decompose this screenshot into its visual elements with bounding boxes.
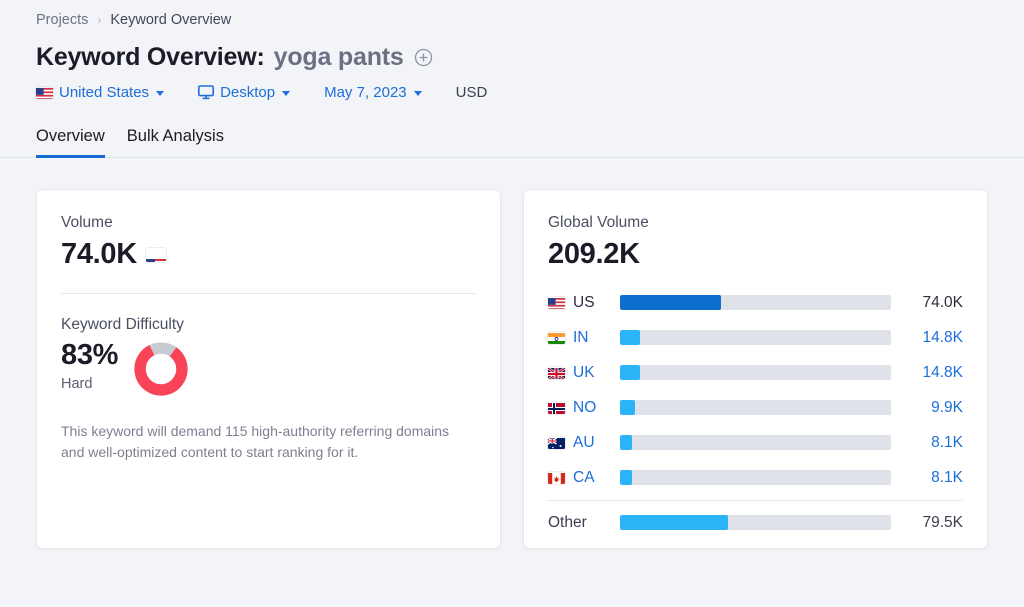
other-row-divider (548, 500, 963, 501)
country-bar-fill (620, 470, 633, 485)
country-volume-value: 74.0K (922, 293, 963, 311)
country-volume-value[interactable]: 14.8K (891, 329, 963, 347)
global-volume-value: 209.2K (548, 238, 640, 270)
global-volume-label: Global Volume (548, 214, 649, 231)
no-flag-icon (548, 402, 565, 414)
country-label-group: UK (548, 364, 620, 382)
country-code[interactable]: IN (573, 329, 589, 347)
country-code[interactable]: AU (573, 434, 595, 452)
volume-value: 74.0K (61, 238, 137, 270)
desktop-monitor-icon (198, 85, 215, 100)
card-divider (61, 293, 476, 294)
keyword-value: yoga pants (273, 43, 404, 71)
breadcrumb-projects[interactable]: Projects (36, 12, 88, 28)
country-bar-row: CA 8.1K (548, 460, 963, 495)
tab-overview[interactable]: Overview (36, 127, 105, 158)
volume-value-row: 74.0K (61, 238, 476, 271)
country-bar-fill (620, 365, 641, 380)
country-label-group: NO (548, 399, 620, 417)
date-filter[interactable]: May 7, 2023 (324, 84, 422, 101)
country-filter-label: United States (59, 84, 150, 101)
country-bar-track (620, 435, 891, 450)
us-flag-icon (145, 248, 166, 262)
title-row: Keyword Overview: yoga pants (36, 43, 988, 72)
chevron-down-icon (282, 90, 291, 96)
other-bar-track (620, 515, 891, 530)
ca-flag-icon (548, 472, 565, 484)
country-label-group: CA (548, 469, 620, 487)
keyword-difficulty-rating: Hard (61, 376, 93, 393)
country-bar-track (620, 365, 891, 380)
volume-card: Volume 74.0K Keyword Difficulty 83% Hard… (36, 189, 501, 549)
country-bar-row: NO 9.9K (548, 390, 963, 425)
plus-circle-icon[interactable] (414, 48, 433, 67)
volume-label: Volume (61, 214, 113, 231)
country-volume-value[interactable]: 8.1K (891, 469, 963, 487)
other-bar-fill (620, 515, 729, 530)
country-bar-row: US 74.0K (548, 285, 963, 320)
uk-flag-icon (548, 366, 565, 379)
page-title: Keyword Overview: (36, 43, 265, 71)
breadcrumb-current: Keyword Overview (110, 12, 232, 28)
other-label: Other (548, 513, 587, 531)
chevron-down-icon (156, 90, 165, 96)
country-bar-track (620, 400, 891, 415)
in-flag-icon (548, 332, 565, 344)
page-header: Projects › Keyword Overview Keyword Over… (0, 0, 1024, 158)
filter-bar: United States Desktop May 7, 2023 USD (36, 84, 988, 101)
tab-bar: Overview Bulk Analysis (0, 127, 1024, 158)
keyword-difficulty-donut-chart (134, 342, 188, 401)
country-volume-chart: US 74.0K IN 14.8K UK 14.8K NO 9.9K AU 8.1K CA 8.1K O… (548, 285, 963, 540)
keyword-difficulty-block: Keyword Difficulty 83% Hard This keyword… (61, 316, 476, 462)
country-bar-fill (620, 330, 641, 345)
us-flag-icon (548, 297, 565, 309)
device-filter-label: Desktop (220, 84, 276, 101)
country-bar-row: UK 14.8K (548, 355, 963, 390)
keyword-difficulty-percent: 83% (61, 339, 119, 371)
country-code[interactable]: NO (573, 399, 596, 417)
main-content: Volume 74.0K Keyword Difficulty 83% Hard… (0, 158, 1024, 549)
country-volume-value[interactable]: 14.8K (891, 364, 963, 382)
country-code: US (573, 293, 595, 311)
global-volume-value-row: 209.2K (548, 238, 963, 271)
country-bar-fill (620, 400, 635, 415)
country-bar-track (620, 470, 891, 485)
country-volume-value[interactable]: 9.9K (891, 399, 963, 417)
au-flag-icon (548, 436, 565, 449)
country-bar-fill (620, 295, 721, 310)
us-flag-icon (36, 87, 53, 99)
country-bar-track (620, 330, 891, 345)
country-bar-row: IN 14.8K (548, 320, 963, 355)
country-bar-track (620, 295, 891, 310)
country-volume-value[interactable]: 8.1K (891, 434, 963, 452)
country-label-group: IN (548, 329, 620, 347)
country-code[interactable]: UK (573, 364, 595, 382)
keyword-difficulty-label: Keyword Difficulty (61, 316, 184, 333)
country-label-group: US (548, 294, 620, 312)
currency-value: USD (455, 84, 488, 101)
other-label-group: Other (548, 514, 620, 532)
device-filter[interactable]: Desktop (198, 84, 291, 101)
other-volume-value: 79.5K (922, 513, 963, 531)
currency-label: USD (456, 84, 488, 101)
breadcrumb: Projects › Keyword Overview (36, 0, 988, 28)
chevron-down-icon (413, 90, 422, 96)
tab-bulk-analysis[interactable]: Bulk Analysis (127, 127, 224, 158)
country-code[interactable]: CA (573, 469, 595, 487)
global-volume-card: Global Volume 209.2K US 74.0K IN 14.8K UK 14.… (523, 189, 988, 549)
keyword-difficulty-description: This keyword will demand 115 high-author… (61, 423, 450, 460)
date-filter-label: May 7, 2023 (324, 84, 407, 101)
country-bar-fill (620, 435, 633, 450)
country-bar-row-other: Other 79.5K (548, 505, 963, 540)
breadcrumb-separator-icon: › (97, 13, 102, 27)
country-bar-row: AU 8.1K (548, 425, 963, 460)
country-filter[interactable]: United States (36, 84, 165, 101)
country-label-group: AU (548, 434, 620, 452)
keyword-difficulty-main: 83% Hard (61, 340, 476, 401)
